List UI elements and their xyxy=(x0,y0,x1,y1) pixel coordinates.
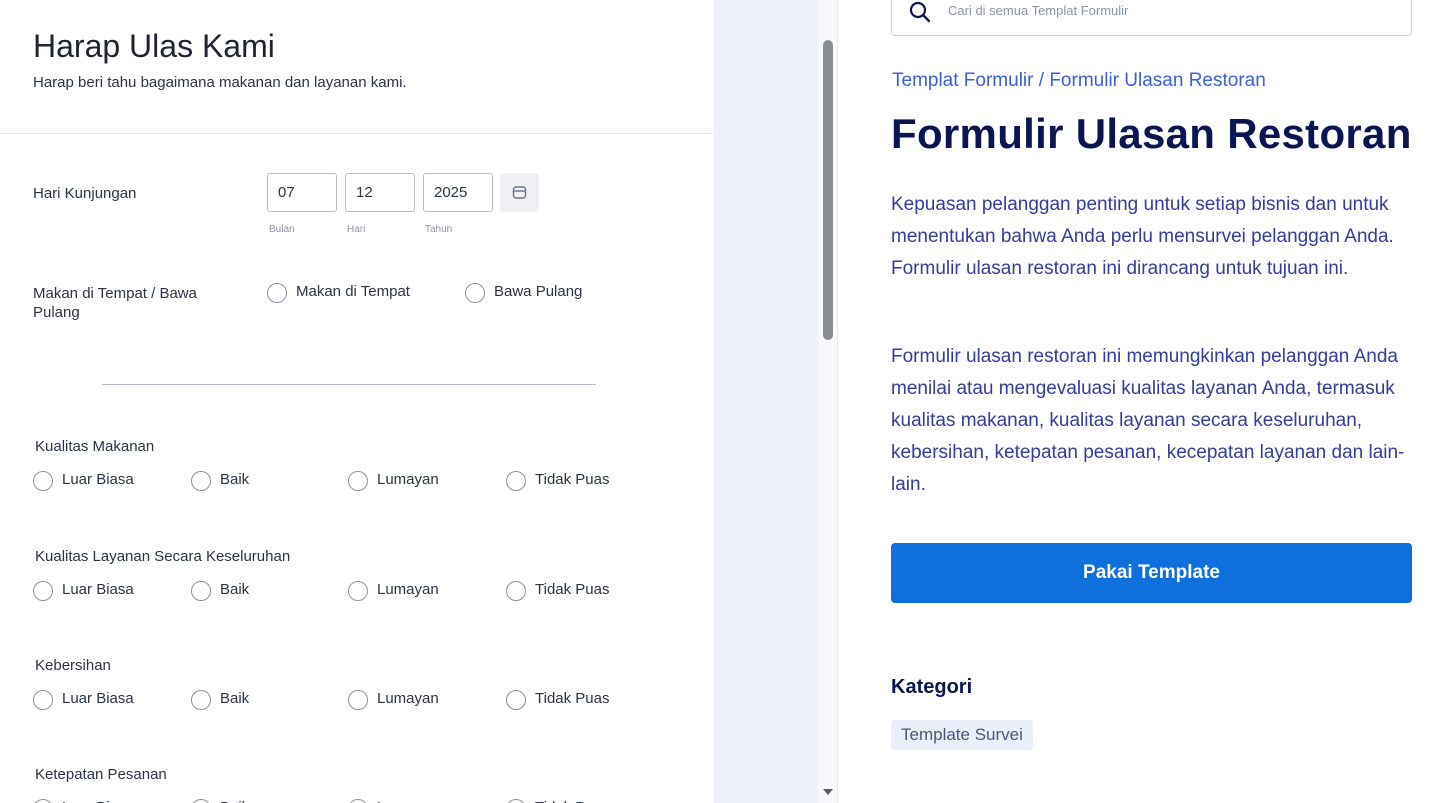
dine-option-label: Makan di Tempat / Bawa Pulang xyxy=(33,285,197,321)
radio-tidak-puas[interactable] xyxy=(506,581,526,601)
radio-take-away[interactable] xyxy=(465,283,485,303)
visit-date-label: Hari Kunjungan xyxy=(33,185,137,202)
radio-tidak-puas[interactable] xyxy=(506,471,526,491)
rating-question-label: Kualitas Layanan Secara Keseluruhan xyxy=(35,548,291,565)
year-sublabel: Tahun xyxy=(425,224,453,235)
radio-label-tidak-puas: Tidak Puas xyxy=(535,799,609,803)
page-title: Formulir Ulasan Restoran xyxy=(891,110,1412,157)
radio-baik[interactable] xyxy=(191,690,211,710)
rating-question-label: Ketepatan Pesanan xyxy=(35,766,167,783)
radio-label-take-away: Bawa Pulang xyxy=(494,283,583,300)
search-icon xyxy=(909,1,931,23)
radio-dine-in[interactable] xyxy=(267,283,287,303)
radio-tidak-puas[interactable] xyxy=(506,690,526,710)
category-tag[interactable]: Template Survei xyxy=(891,720,1033,750)
day-sublabel: Hari xyxy=(347,224,366,235)
radio-label-tidak-puas: Tidak Puas xyxy=(535,581,610,598)
category-heading: Kategori xyxy=(891,676,973,698)
radio-lumayan[interactable] xyxy=(348,799,368,803)
radio-baik[interactable] xyxy=(191,581,211,601)
year-input[interactable]: 2025 xyxy=(423,173,493,212)
search-box[interactable] xyxy=(891,0,1412,36)
rating-question-label: Kebersihan xyxy=(35,657,111,674)
form-subtitle: Harap beri tahu bagaimana makanan dan la… xyxy=(33,74,407,91)
month-input[interactable]: 07 xyxy=(267,173,337,212)
radio-label-lumayan: Lumayan xyxy=(377,690,439,707)
form-preview: Harap Ulas Kami Harap beri tahu bagaiman… xyxy=(0,0,714,803)
radio-lumayan[interactable] xyxy=(348,471,368,491)
radio-label-dine-in: Makan di Tempat xyxy=(296,283,410,300)
radio-luar-biasa[interactable] xyxy=(33,471,53,491)
preview-gutter xyxy=(714,0,818,803)
radio-baik[interactable] xyxy=(191,799,211,803)
description-paragraph-2: Formulir ulasan restoran ini memungkinka… xyxy=(891,346,1405,495)
scroll-thumb[interactable] xyxy=(823,40,833,340)
day-input[interactable]: 12 xyxy=(345,173,415,212)
radio-label-tidak-puas: Tidak Puas xyxy=(535,471,610,488)
header-divider xyxy=(0,133,714,134)
radio-label-luar-biasa: Luar Biasa xyxy=(62,581,134,598)
radio-label-tidak-puas: Tidak Puas xyxy=(535,690,610,707)
radio-label-luar-biasa: Luar Biasa xyxy=(62,471,134,488)
breadcrumb: Templat Formulir / Formulir Ulasan Resto… xyxy=(892,70,1266,92)
form-title: Harap Ulas Kami xyxy=(33,28,275,64)
section-divider xyxy=(102,384,596,385)
rating-question-label: Kualitas Makanan xyxy=(35,438,155,455)
radio-label-baik: Baik xyxy=(220,581,250,598)
radio-label-baik: Baik xyxy=(220,690,250,707)
radio-luar-biasa[interactable] xyxy=(33,581,53,601)
radio-label-lumayan: Lumayan xyxy=(377,581,439,598)
radio-label-baik: Baik xyxy=(220,799,249,803)
radio-baik[interactable] xyxy=(191,471,211,491)
month-sublabel: Bulan xyxy=(269,224,295,235)
radio-tidak-puas[interactable] xyxy=(506,799,526,803)
radio-label-luar-biasa: Luar Biasa xyxy=(62,690,134,707)
calendar-button[interactable] xyxy=(500,173,539,212)
radio-lumayan[interactable] xyxy=(348,581,368,601)
description-paragraph-1: Kepuasan pelanggan penting untuk setiap … xyxy=(891,194,1394,279)
radio-luar-biasa[interactable] xyxy=(33,799,53,803)
radio-label-luar-biasa: Luar Biasa xyxy=(62,799,134,803)
radio-label-lumayan: Lumayan xyxy=(377,471,439,488)
radio-lumayan[interactable] xyxy=(348,690,368,710)
template-info-panel: Templat Formulir / Formulir Ulasan Resto… xyxy=(839,0,1441,803)
breadcrumb-parent-link[interactable]: Templat Formulir xyxy=(892,70,1033,91)
use-template-button[interactable]: Pakai Template xyxy=(891,543,1412,603)
search-input[interactable] xyxy=(948,3,1388,18)
scroll-down-arrow-icon[interactable] xyxy=(823,789,833,795)
radio-label-lumayan: Lumayan xyxy=(377,799,439,803)
breadcrumb-separator: / xyxy=(1033,70,1050,91)
radio-luar-biasa[interactable] xyxy=(33,690,53,710)
scrollbar[interactable] xyxy=(818,0,838,803)
calendar-icon xyxy=(512,186,527,199)
radio-label-baik: Baik xyxy=(220,471,250,488)
breadcrumb-current-link[interactable]: Formulir Ulasan Restoran xyxy=(1049,70,1265,91)
